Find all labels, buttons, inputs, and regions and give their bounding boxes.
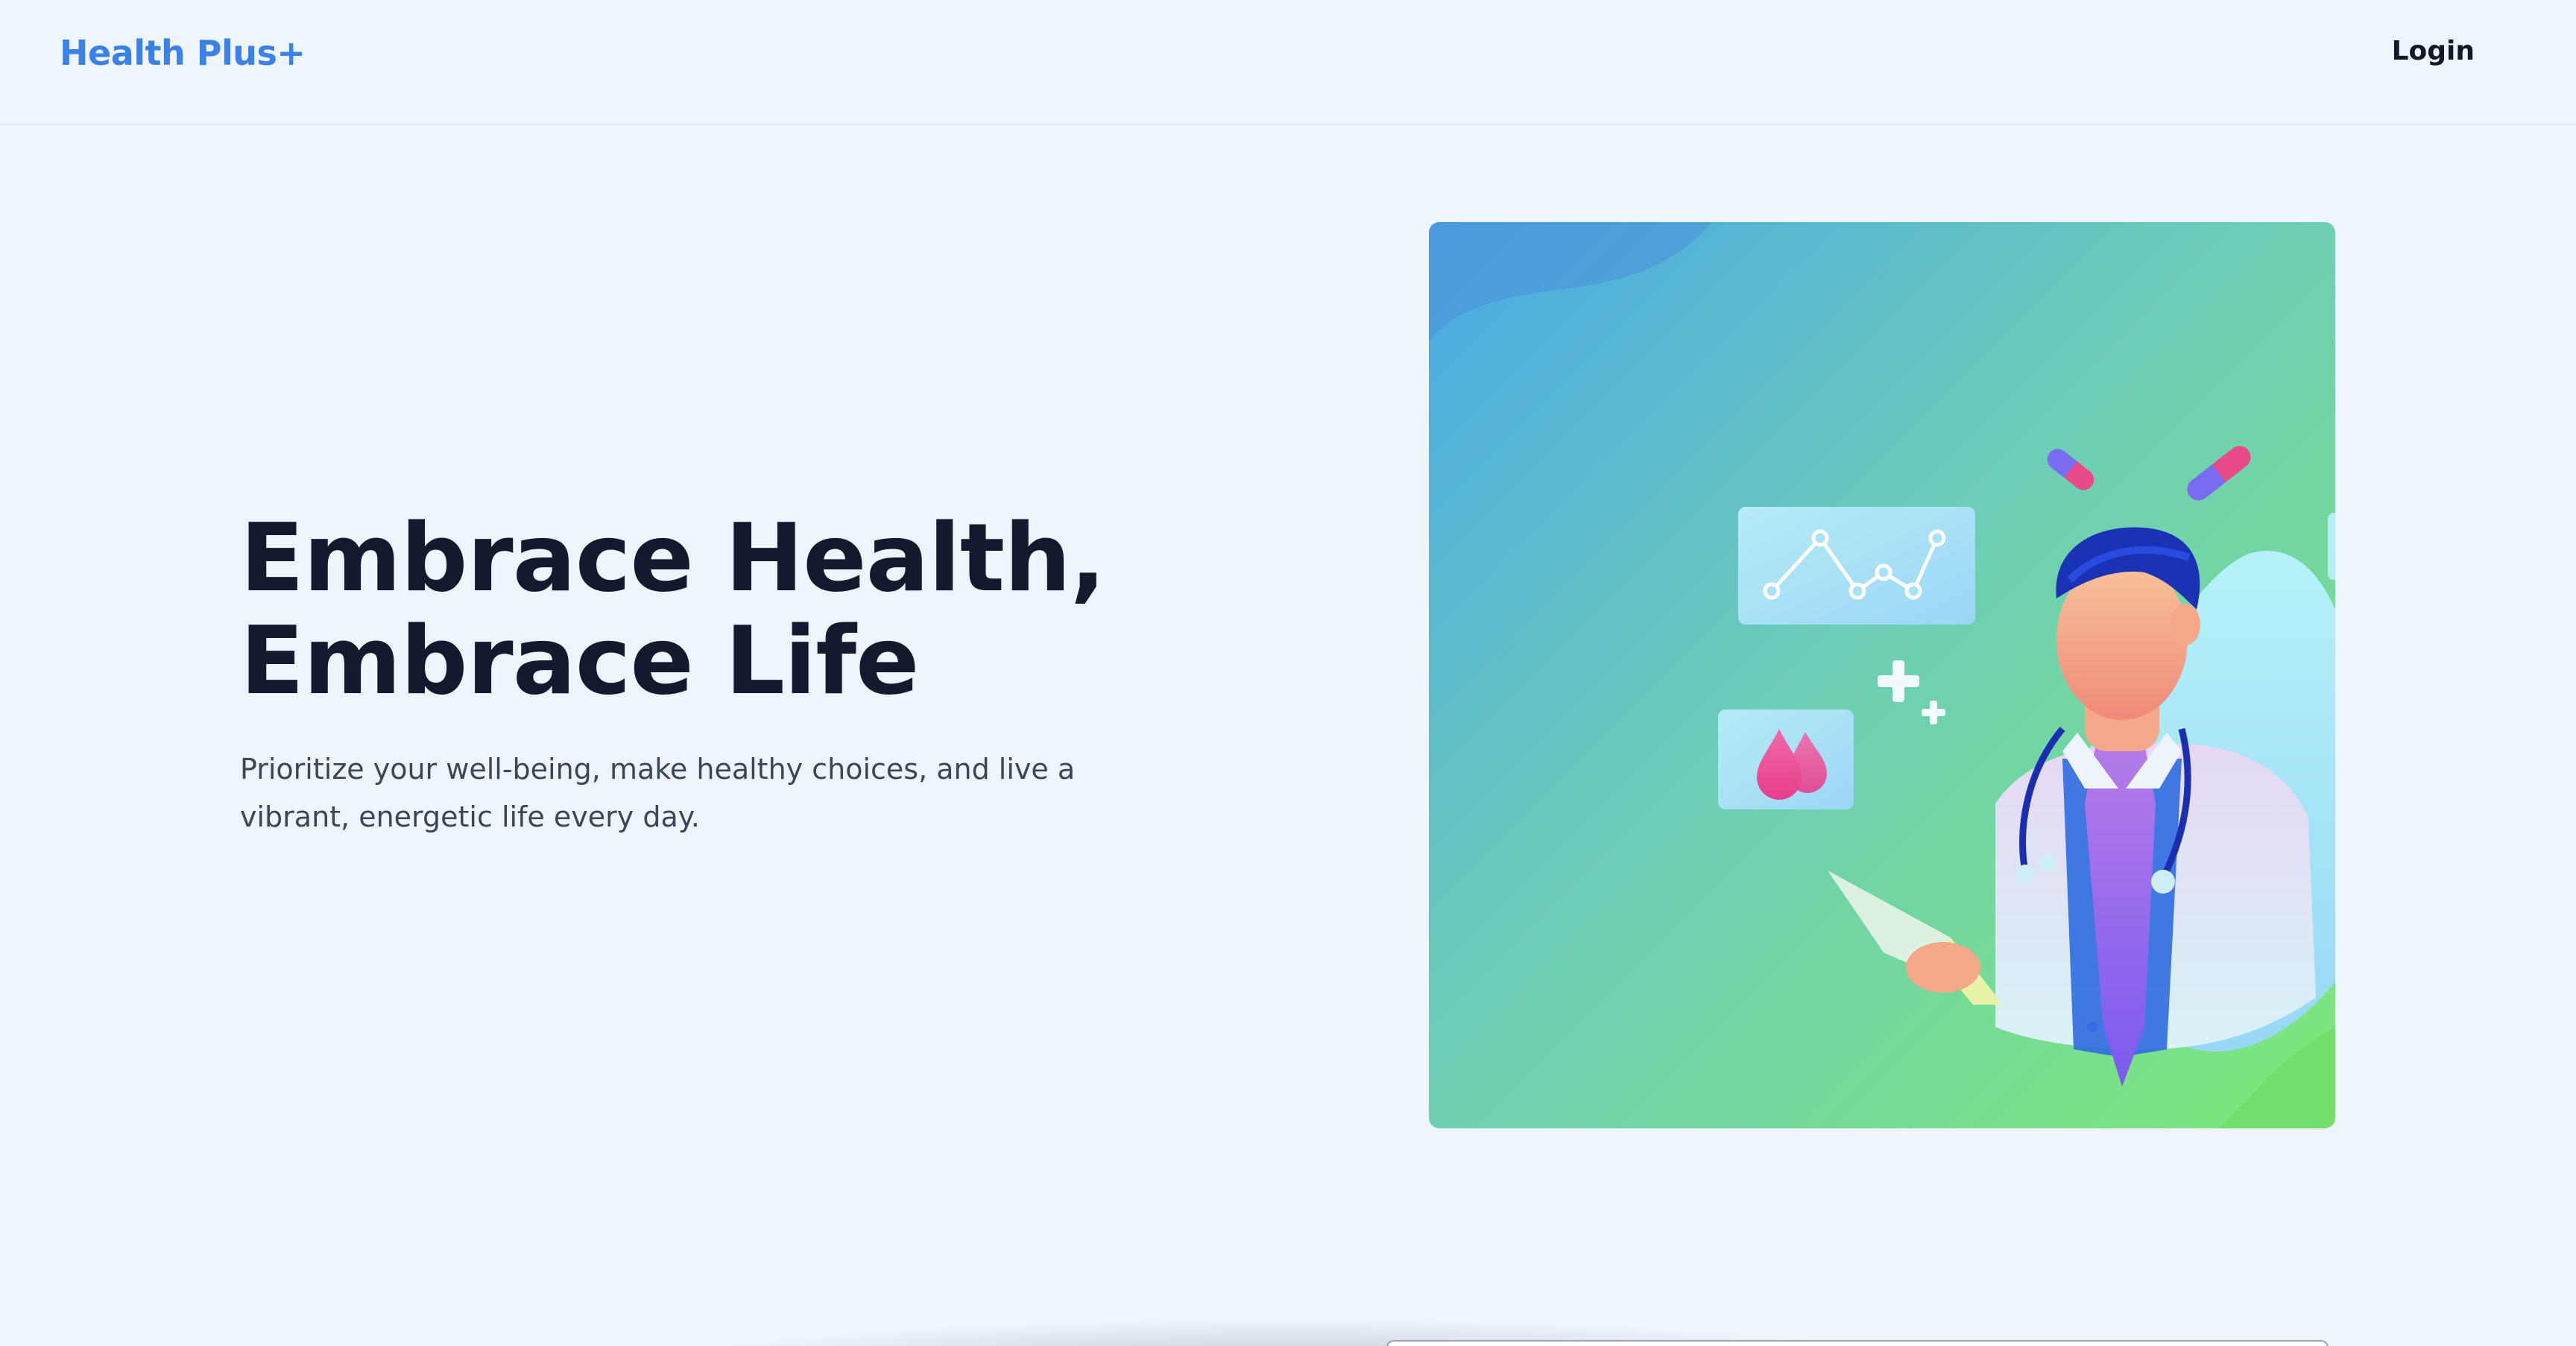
brand-logo[interactable]: Health Plus+ [60,33,306,73]
login-button[interactable]: Login [2392,36,2475,66]
hero-illustration [1429,222,2335,1128]
top-navbar: Health Plus+ Login [0,0,2576,125]
heart-rate-chart-icon [1738,507,1975,625]
card-edge [2328,513,2335,580]
blood-drop-icon [1718,710,1854,809]
hero-title-line-1: Embrace Health, [240,503,1106,613]
hero-subtitle: Prioritize your well-being, make healthy… [240,753,1076,833]
next-section-card-edge [1386,1340,2329,1346]
hero-title: Embrace Health, Embrace Life [240,507,1284,713]
hero-title-line-2: Embrace Life [240,606,919,715]
